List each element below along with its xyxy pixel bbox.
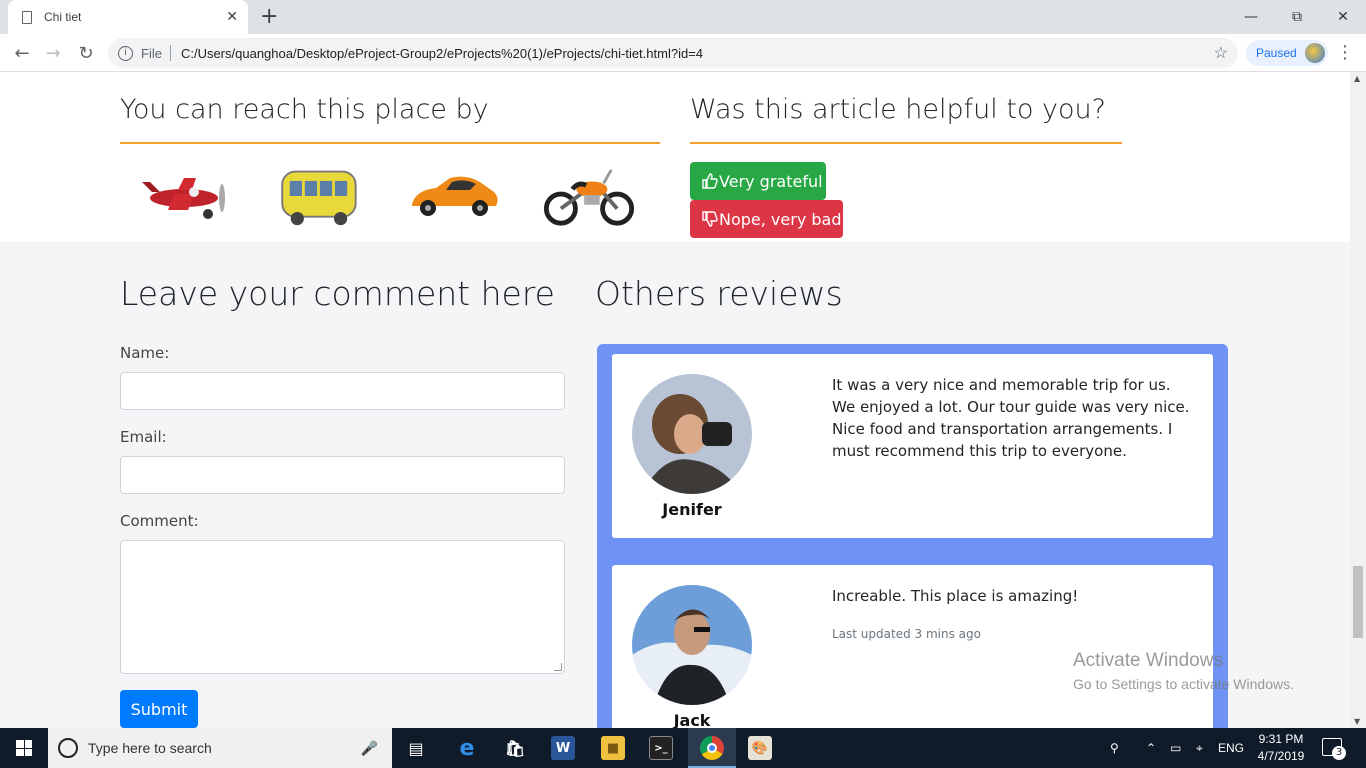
wifi-icon[interactable]: ⌖ [1196, 728, 1203, 768]
page-viewport: You can reach this place by Was this art… [0, 72, 1350, 728]
review-card: Jack Increable. This place is amazing! L… [612, 565, 1213, 728]
reviewer-name: Jenifer [662, 500, 722, 519]
search-placeholder: Type here to search [88, 740, 212, 756]
close-window-button[interactable]: ✕ [1320, 0, 1366, 34]
avatar [632, 374, 752, 494]
watermark-title: Activate Windows [1073, 650, 1223, 671]
url-scheme: File [141, 45, 162, 61]
comment-label: Comment: [120, 512, 199, 530]
minimize-button[interactable]: — [1228, 0, 1274, 34]
email-label: Email: [120, 428, 167, 446]
nope-very-bad-button[interactable]: Nope, very bad [690, 200, 843, 238]
reviewer-photo-jack [632, 585, 752, 705]
new-tab-button[interactable]: + [260, 4, 278, 30]
comment-heading: Leave your comment here [120, 274, 555, 313]
motorbike-icon [543, 169, 635, 226]
system-clock[interactable]: 9:31 PM 4/7/2019 [1250, 731, 1312, 765]
comment-textarea[interactable] [120, 540, 565, 674]
clock-time: 9:31 PM [1258, 732, 1304, 746]
notification-badge: 3 [1332, 746, 1346, 760]
reload-icon[interactable]: ↻ [73, 40, 99, 66]
back-arrow-icon[interactable]: ← [9, 40, 35, 66]
info-icon[interactable]: i [118, 45, 133, 61]
chevron-up-icon[interactable]: ⌃ [1146, 728, 1156, 768]
forward-arrow-icon[interactable]: → [40, 40, 66, 66]
microphone-icon[interactable]: 🎤 [361, 740, 378, 757]
document-icon [22, 10, 32, 24]
review-text: Increable. This place is amazing! [832, 587, 1079, 605]
review-timestamp: Last updated 3 mins ago [832, 627, 981, 641]
email-field[interactable] [120, 456, 565, 494]
scroll-down-icon[interactable]: ▼ [1354, 717, 1360, 726]
windows-logo-icon [16, 740, 32, 756]
language-indicator[interactable]: ENG [1218, 728, 1244, 768]
resize-handle-icon[interactable] [554, 663, 562, 671]
reviewer-name: Jack [673, 711, 711, 728]
watermark-subtitle: Go to Settings to activate Windows. [1073, 676, 1294, 692]
name-label: Name: [120, 344, 170, 362]
tab-close-icon[interactable]: ✕ [226, 9, 238, 25]
taskbar-search[interactable]: Type here to search 🎤 [48, 728, 392, 768]
page-scrollbar[interactable]: ▲ ▼ [1350, 72, 1366, 728]
very-grateful-label: Very grateful [719, 171, 823, 191]
battery-icon[interactable]: ▭ [1170, 728, 1181, 768]
url-divider [169, 45, 171, 61]
word-icon[interactable]: W [551, 736, 575, 760]
clock-date: 4/7/2019 [1257, 749, 1305, 763]
profile-button[interactable]: Paused [1246, 40, 1328, 66]
terminal-icon[interactable]: >_ [649, 736, 673, 760]
menu-kebab-icon[interactable]: ⋮ [1336, 42, 1354, 63]
very-grateful-button[interactable]: Very grateful [690, 162, 826, 200]
plane-icon [142, 178, 225, 219]
thumbs-up-icon [702, 173, 718, 189]
bus-icon [281, 170, 357, 226]
scrollbar-thumb[interactable] [1353, 566, 1363, 638]
thumbs-down-icon [702, 211, 718, 227]
browser-toolbar: ← → ↻ i File C:/Users/quanghoa/Desktop/e… [0, 34, 1366, 72]
avatar [632, 585, 752, 705]
address-bar[interactable]: i File C:/Users/quanghoa/Desktop/eProjec… [108, 38, 1238, 68]
task-view-icon[interactable]: ▤ [404, 736, 428, 760]
people-icon[interactable]: ⚲ [1110, 728, 1119, 768]
nope-very-bad-label: Nope, very bad [719, 209, 842, 229]
reach-divider [120, 142, 660, 144]
review-card: Jenifer It was a very nice and memorable… [612, 354, 1213, 538]
store-icon[interactable]: 🛍 [503, 736, 527, 760]
url-text[interactable]: C:/Users/quanghoa/Desktop/eProject-Group… [181, 46, 1214, 61]
tab-strip: Chi tiet ✕ + — ⧉ ✕ [0, 0, 1366, 34]
browser-tab[interactable]: Chi tiet ✕ [8, 0, 248, 34]
car-icon [412, 176, 498, 216]
name-field[interactable] [120, 372, 565, 410]
activate-windows-watermark: Activate Windows Go to Settings to activ… [1073, 650, 1294, 692]
reviewer-photo-jenifer [632, 374, 752, 494]
tab-title: Chi tiet [44, 10, 82, 24]
paint-icon[interactable]: 🎨 [748, 736, 772, 760]
avatar [1304, 43, 1325, 63]
submit-button[interactable]: Submit [120, 690, 198, 728]
cortana-icon [58, 738, 78, 758]
taskbar: Type here to search 🎤 ▤ e 🛍 W ■ >_ 🎨 ⚲ ⌃… [0, 728, 1366, 768]
reach-heading: You can reach this place by [120, 94, 489, 125]
scroll-up-icon[interactable]: ▲ [1354, 74, 1360, 83]
review-text: It was a very nice and memorable trip fo… [832, 376, 1190, 460]
chrome-icon [700, 736, 724, 760]
bookmark-star-icon[interactable]: ☆ [1214, 43, 1228, 63]
helpful-heading: Was this article helpful to you? [690, 94, 1106, 125]
reviews-heading: Others reviews [595, 274, 843, 313]
profile-status: Paused [1256, 46, 1297, 60]
start-button[interactable] [0, 728, 48, 768]
file-explorer-icon[interactable]: ■ [601, 736, 625, 760]
edge-icon[interactable]: e [455, 736, 479, 761]
restore-button[interactable]: ⧉ [1274, 0, 1320, 34]
helpful-divider [690, 142, 1122, 144]
